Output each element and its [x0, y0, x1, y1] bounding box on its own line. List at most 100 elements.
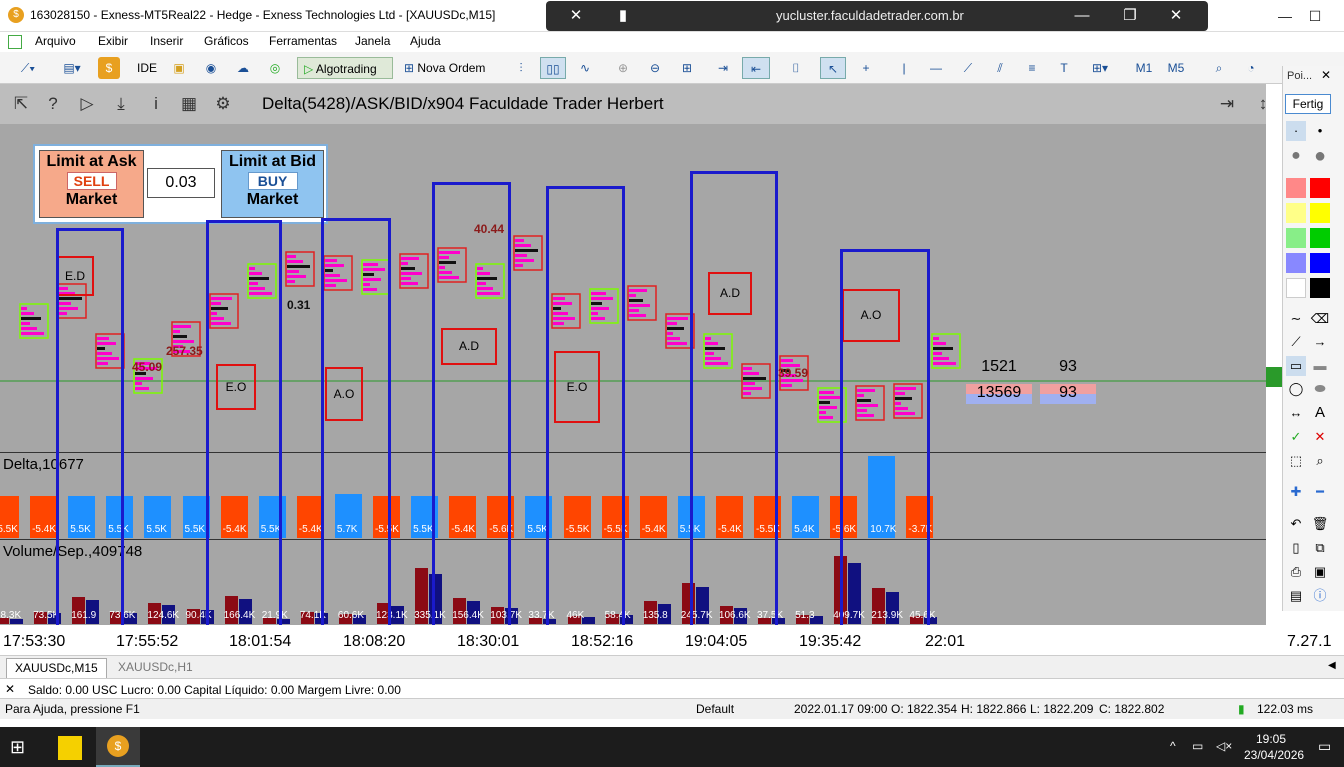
close-toolbox-icon[interactable]: ✕	[5, 682, 15, 696]
menu-exibir[interactable]: Exibir	[98, 34, 128, 48]
grid-icon[interactable]: ⊞	[676, 57, 698, 79]
download-icon[interactable]: ⤓	[110, 93, 132, 115]
zoom-out-icon[interactable]: ⊖	[644, 57, 666, 79]
chart-icon[interactable]: ▦	[178, 93, 200, 115]
windows-start-icon[interactable]: ⊞	[10, 737, 30, 757]
dot-small-icon[interactable]: ·	[1286, 121, 1306, 141]
candlestick-icon[interactable]: ▯▯	[540, 57, 566, 79]
dot-medium-icon[interactable]: •	[1310, 121, 1330, 141]
text-icon[interactable]: A	[1310, 403, 1330, 423]
color-white[interactable]	[1286, 278, 1306, 298]
signal-broadcast-icon[interactable]: ◉	[200, 57, 222, 79]
arrow-line-icon[interactable]: →	[1310, 332, 1330, 352]
ide-button[interactable]: IDE	[133, 57, 161, 79]
chart-shift-icon[interactable]: ⇤	[742, 57, 770, 79]
notifications-icon[interactable]: ▭	[1318, 738, 1331, 755]
metatrader-taskbar-item[interactable]: $	[96, 727, 140, 767]
menu-janela[interactable]: Janela	[355, 34, 390, 48]
tabs-scroll-left-icon[interactable]: ◀	[1328, 660, 1336, 671]
undo-icon[interactable]: ↶	[1286, 514, 1306, 534]
color-yellow[interactable]	[1310, 203, 1330, 223]
timeframe-m1[interactable]: M1	[1132, 57, 1156, 79]
menu-ferramentas[interactable]: Ferramentas	[269, 34, 337, 48]
algotrading-button[interactable]: ▷ Algotrading	[297, 57, 393, 79]
zoom-in-icon[interactable]: ⊕	[612, 57, 634, 79]
palette-fertig-button[interactable]: Fertig	[1285, 94, 1331, 114]
vps-icon[interactable]: ◎	[264, 57, 286, 79]
menu-arquivo[interactable]: Arquivo	[35, 34, 76, 48]
dot-large-icon[interactable]: ●	[1286, 146, 1306, 166]
line-icon[interactable]: ⟋	[1286, 332, 1306, 352]
timeframe-m5[interactable]: M5	[1164, 57, 1188, 79]
palette-close-icon[interactable]: ✕	[1321, 68, 1331, 82]
color-light-green[interactable]	[1286, 228, 1306, 248]
trendline-icon[interactable]: ⟋	[957, 57, 979, 79]
check-icon[interactable]: ✓	[1286, 427, 1306, 447]
remote-minimize-button[interactable]: —	[1070, 5, 1094, 27]
shift-right-icon[interactable]: ⇥	[1216, 93, 1238, 115]
save-icon[interactable]: ▣	[1310, 562, 1330, 582]
network-icon[interactable]: ▭	[1192, 739, 1203, 753]
filled-rectangle-icon[interactable]: ▬	[1310, 356, 1330, 376]
screenshot-icon[interactable]: ⌷	[785, 57, 807, 79]
vertical-line-icon[interactable]: |	[893, 57, 915, 79]
select-area-icon[interactable]: ⬚	[1286, 451, 1306, 471]
plus-icon[interactable]: ✚	[1286, 482, 1306, 502]
tab-xauusdc-h1[interactable]: XAUUSDc,H1	[110, 658, 201, 678]
ellipse-icon[interactable]: ◯	[1286, 379, 1306, 399]
horizontal-line-icon[interactable]: —	[925, 57, 947, 79]
menu-graficos[interactable]: Gráficos	[204, 34, 249, 48]
remote-close-button[interactable]: ✕	[1164, 5, 1188, 27]
maximize-button[interactable]: ☐	[1300, 4, 1330, 28]
new-page-icon[interactable]: ▯	[1286, 538, 1306, 558]
freehand-icon[interactable]: ∼	[1286, 309, 1306, 329]
color-light-yellow[interactable]	[1286, 203, 1306, 223]
remote-restore-button[interactable]: ❐	[1118, 5, 1142, 27]
rectangle-icon[interactable]: ▭	[1286, 356, 1306, 376]
unpin-icon[interactable]: ✕	[564, 5, 588, 27]
exness-app-icon[interactable]	[58, 736, 82, 760]
play-icon[interactable]: ▷	[76, 93, 98, 115]
trash-icon[interactable]: 🗑	[1310, 514, 1330, 534]
templates-icon[interactable]: ▤▾	[54, 57, 90, 79]
filled-ellipse-icon[interactable]: ⬬	[1310, 379, 1330, 399]
autoscroll-icon[interactable]: ⇥	[710, 57, 736, 79]
settings-icon[interactable]: ⚙	[212, 93, 234, 115]
volume-mute-icon[interactable]: ◁×	[1216, 739, 1232, 753]
dot-xlarge-icon[interactable]: ●	[1310, 146, 1330, 166]
color-black[interactable]	[1310, 278, 1330, 298]
eraser-icon[interactable]: ⌫	[1310, 309, 1330, 329]
minus-icon[interactable]: ━	[1310, 482, 1330, 502]
search-icon[interactable]: ⌕	[1208, 57, 1230, 79]
info-icon[interactable]: ⓘ	[1310, 586, 1330, 606]
notification-icon[interactable]: ◔	[1240, 57, 1262, 79]
help-icon[interactable]: ?	[42, 93, 64, 115]
print-icon[interactable]: ⎙	[1286, 562, 1306, 582]
tab-xauusdc-m15[interactable]: XAUUSDc,M15	[6, 658, 107, 678]
minimize-button[interactable]: —	[1270, 4, 1300, 28]
nova-ordem-button[interactable]: ⊞ Nova Ordem	[400, 57, 496, 79]
info-icon[interactable]: i	[145, 93, 167, 115]
zoom-area-icon[interactable]: ⌕	[1310, 451, 1330, 471]
color-light-blue[interactable]	[1286, 253, 1306, 273]
image-icon[interactable]: ▤	[1286, 586, 1306, 606]
color-green[interactable]	[1310, 228, 1330, 248]
cross-icon[interactable]: ✕	[1310, 427, 1330, 447]
color-red[interactable]	[1310, 178, 1330, 198]
double-arrow-icon[interactable]: ↔	[1286, 403, 1306, 423]
shapes-icon[interactable]: ⊞▾	[1085, 57, 1115, 79]
cursor-icon[interactable]: ↖	[820, 57, 846, 79]
copy-icon[interactable]: ⧉	[1310, 538, 1330, 558]
menu-inserir[interactable]: Inserir	[150, 34, 183, 48]
cloud-icon[interactable]: ☁	[232, 57, 254, 79]
price-scale[interactable]	[1266, 84, 1282, 654]
menu-ajuda[interactable]: Ajuda	[410, 34, 441, 48]
arrow-up-left-icon[interactable]: ⇱	[10, 93, 32, 115]
market-icon[interactable]: ▣	[168, 57, 190, 79]
color-blue[interactable]	[1310, 253, 1330, 273]
chart-window[interactable]: ⇱ ? ▷ ⤓ i ▦ ⚙ Delta(5428)/ASK/BID/x904 F…	[0, 84, 1282, 654]
bar-chart-icon[interactable]: ⫶	[510, 57, 532, 79]
chart-type-icon[interactable]: ⟋▾	[10, 57, 46, 79]
tray-chevron-icon[interactable]: ^	[1170, 739, 1176, 753]
line-chart-icon[interactable]: ∿	[574, 57, 596, 79]
